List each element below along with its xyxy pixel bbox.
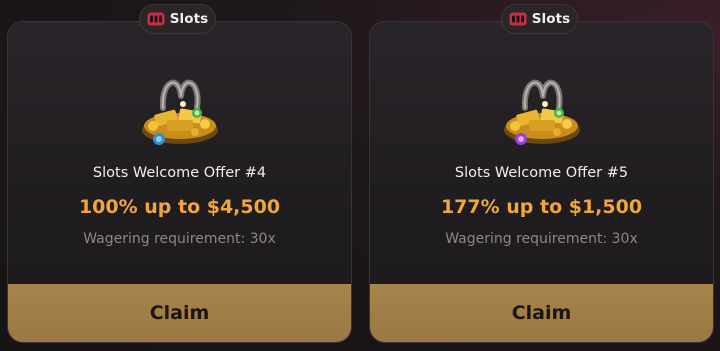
wagering-requirement: Wagering requirement: 30x xyxy=(83,231,276,247)
category-tag: Slots xyxy=(501,4,578,34)
offer-amount: 100% up to $4,500 xyxy=(78,196,281,218)
offer-amount: 177% up to $1,500 xyxy=(440,196,643,218)
category-tag: Slots xyxy=(139,4,216,34)
category-tag-label: Slots xyxy=(169,11,209,27)
wagering-requirement: Wagering requirement: 30x xyxy=(445,231,638,247)
horseshoe-gold-pile-icon xyxy=(141,79,218,145)
slot-machine-icon xyxy=(509,12,527,26)
claim-button[interactable]: Claim xyxy=(370,284,713,342)
offer-title: Slots Welcome Offer #5 xyxy=(454,165,629,181)
horseshoe-gold-pile-icon xyxy=(503,79,580,145)
slot-machine-icon xyxy=(147,12,165,26)
category-tag-label: Slots xyxy=(531,11,571,27)
offer-card-5: Slots Welcome Offer #5 177% up to $1,500… xyxy=(369,21,714,343)
claim-button[interactable]: Claim xyxy=(8,284,351,342)
offer-title: Slots Welcome Offer #4 xyxy=(92,165,267,181)
offer-card-4: Slots Welcome Offer #4 100% up to $4,500… xyxy=(7,21,352,343)
